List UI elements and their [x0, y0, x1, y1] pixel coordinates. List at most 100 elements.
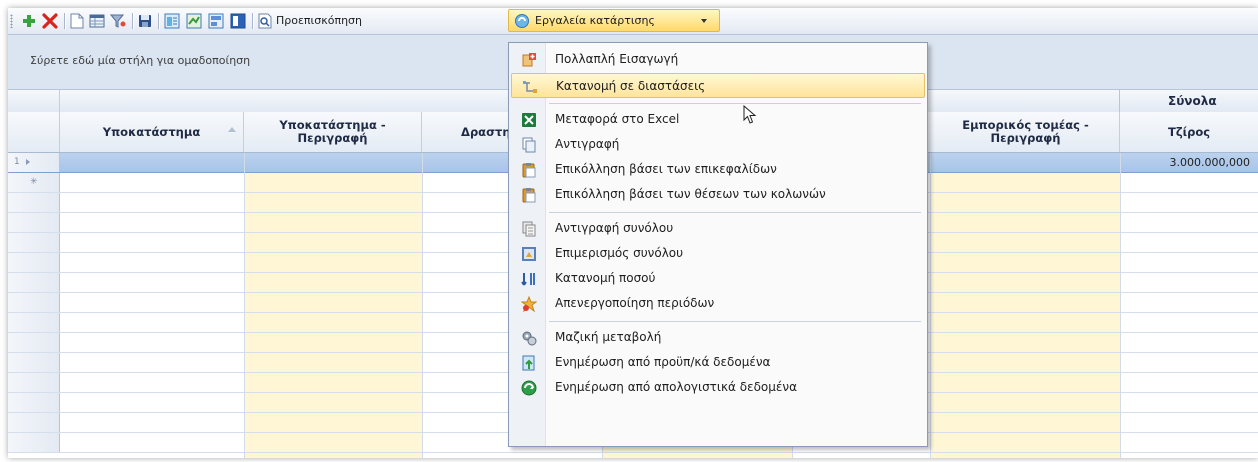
layout-3-icon[interactable] [206, 12, 226, 30]
toolbar: Προεπισκόπηση Εργαλεία κατάρτισης [8, 8, 1258, 35]
new-row-asterisk-icon: ✳ [30, 177, 38, 187]
toolbar-separator [64, 13, 65, 29]
update-actual-icon [521, 380, 537, 396]
column-header-branch[interactable]: Υποκατάστημα [60, 112, 244, 152]
delete-icon[interactable] [40, 12, 60, 30]
menu-item-update-from-actuals[interactable]: Ενημέρωση από απολογιστικά δεδομένα [511, 375, 925, 400]
column-divider [930, 153, 931, 458]
menu-item-allocate-amount[interactable]: Κατανομή ποσού [511, 266, 925, 291]
column-header-label: Τζίρος [1168, 124, 1211, 139]
menu-item-label: Επιμερισμός συνόλου [555, 246, 684, 260]
save-icon[interactable] [136, 12, 154, 30]
training-tools-menu: Πολλαπλή Εισαγωγή Κατανομή σε διαστάσεις… [508, 42, 928, 447]
training-tools-label: Εργαλεία κατάρτισης [535, 14, 655, 27]
row-indicator[interactable] [8, 233, 60, 252]
turnover-total-cell[interactable]: 3.000.000,000 [1170, 156, 1250, 169]
menu-separator [549, 321, 921, 322]
update-budget-icon [521, 355, 537, 371]
menu-item-bulk-change[interactable]: Μαζική μεταβολή [511, 325, 925, 350]
apportion-icon [521, 246, 537, 262]
group-by-hint: Σύρετε εδώ μία στήλη για ομαδοποίηση [30, 54, 251, 67]
paste-icon [521, 187, 537, 203]
filter-icon[interactable] [108, 12, 128, 30]
column-header-label: Εμπορικός τομέας - Περιγραφή [962, 118, 1089, 145]
row-indicator[interactable]: ✳ [8, 173, 60, 192]
row-number: 1 [14, 157, 20, 167]
menu-item-copy[interactable]: Αντιγραφή [511, 132, 925, 157]
toolbar-grip[interactable] [10, 14, 13, 28]
menu-item-disable-periods[interactable]: Απενεργοποίηση περιόδων [511, 291, 925, 316]
grid-window: Προεπισκόπηση Εργαλεία κατάρτισης Σύρετε… [8, 8, 1258, 458]
menu-item-label: Αντιγραφή [555, 137, 620, 151]
layout-2-icon[interactable] [184, 12, 204, 30]
menu-item-paste-by-positions[interactable]: Επικόλληση βάσει των θέσεων των κολωνών [511, 182, 925, 207]
menu-item-dimension-allocation[interactable]: Κατανομή σε διαστάσεις [511, 73, 925, 98]
menu-item-label: Ενημέρωση από προϋπ/κά δεδομένα [555, 355, 771, 369]
header-corner[interactable] [8, 112, 60, 152]
menu-item-label: Ενημέρωση από απολογιστικά δεδομένα [555, 380, 798, 394]
row-indicator[interactable]: 1 [8, 153, 60, 172]
grid-view-icon[interactable] [88, 12, 106, 30]
allocate-amount-icon [521, 271, 537, 287]
tools-icon [514, 13, 530, 32]
toolbar-separator [158, 13, 159, 29]
menu-item-export-excel[interactable]: Μεταφορά στο Excel [511, 107, 925, 132]
column-divider [422, 153, 423, 458]
menu-item-apportion-total[interactable]: Επιμερισμός συνόλου [511, 241, 925, 266]
mouse-pointer-icon [743, 104, 757, 128]
toolbar-separator [132, 13, 133, 29]
multi-insert-icon [521, 52, 537, 68]
column-header-turnover[interactable]: Τζίρος [1120, 112, 1258, 152]
row-indicator[interactable] [8, 393, 60, 412]
column-header-branch-description[interactable]: Υποκατάστημα - Περιγραφή [244, 112, 422, 152]
copy-icon [521, 137, 537, 153]
preview-icon[interactable] [256, 12, 274, 30]
current-row-arrow-icon [26, 159, 30, 165]
copy-total-icon [521, 221, 537, 237]
menu-item-label: Μαζική μεταβολή [555, 330, 662, 344]
menu-item-label: Πολλαπλή Εισαγωγή [555, 52, 679, 66]
row-indicator[interactable] [8, 413, 60, 432]
column-divider [1120, 153, 1121, 458]
preview-button[interactable]: Προεπισκόπηση [276, 13, 362, 29]
menu-item-label: Επικόλληση βάσει των επικεφαλίδων [555, 162, 777, 176]
band-corner [8, 90, 60, 112]
menu-item-label: Αντιγραφή συνόλου [555, 221, 674, 235]
menu-item-update-from-budget[interactable]: Ενημέρωση από προϋπ/κά δεδομένα [511, 350, 925, 375]
row-indicator[interactable] [8, 293, 60, 312]
menu-item-label: Μεταφορά στο Excel [555, 112, 680, 126]
menu-item-label: Επικόλληση βάσει των θέσεων των κολωνών [555, 187, 826, 201]
layout-1-icon[interactable] [162, 12, 182, 30]
paste-icon [521, 162, 537, 178]
new-document-icon[interactable] [68, 12, 86, 30]
row-indicator[interactable] [8, 193, 60, 212]
training-tools-button[interactable]: Εργαλεία κατάρτισης [508, 9, 720, 32]
row-indicator[interactable] [8, 253, 60, 272]
menu-item-copy-total[interactable]: Αντιγραφή συνόλου [511, 216, 925, 241]
column-header-label: Υποκατάστημα - Περιγραφή [279, 118, 386, 145]
add-icon[interactable] [20, 12, 38, 30]
menu-item-paste-by-headers[interactable]: Επικόλληση βάσει των επικεφαλίδων [511, 157, 925, 182]
column-divider [244, 153, 245, 458]
row-indicator[interactable] [8, 353, 60, 372]
menu-item-label: Απενεργοποίηση περιόδων [555, 296, 715, 310]
dimensions-icon [522, 79, 538, 95]
chevron-down-icon [701, 19, 707, 23]
column-header-label: Υποκατάστημα [102, 124, 201, 139]
menu-separator [549, 212, 921, 213]
bulk-change-icon [521, 330, 537, 346]
row-indicator[interactable] [8, 433, 60, 452]
band-totals-label: Σύνολα [1168, 94, 1217, 108]
menu-item-multi-insert[interactable]: Πολλαπλή Εισαγωγή [511, 47, 925, 72]
layout-4-icon[interactable] [228, 12, 248, 30]
row-indicator[interactable] [8, 273, 60, 292]
sort-asc-icon [228, 127, 236, 132]
row-indicator[interactable] [8, 333, 60, 352]
toolbar-separator [252, 13, 253, 29]
row-indicator[interactable] [8, 213, 60, 232]
menu-separator [549, 103, 921, 104]
menu-item-label: Κατανομή ποσού [555, 271, 656, 285]
menu-item-label: Κατανομή σε διαστάσεις [556, 79, 706, 93]
row-indicator[interactable] [8, 373, 60, 392]
row-indicator[interactable] [8, 313, 60, 332]
